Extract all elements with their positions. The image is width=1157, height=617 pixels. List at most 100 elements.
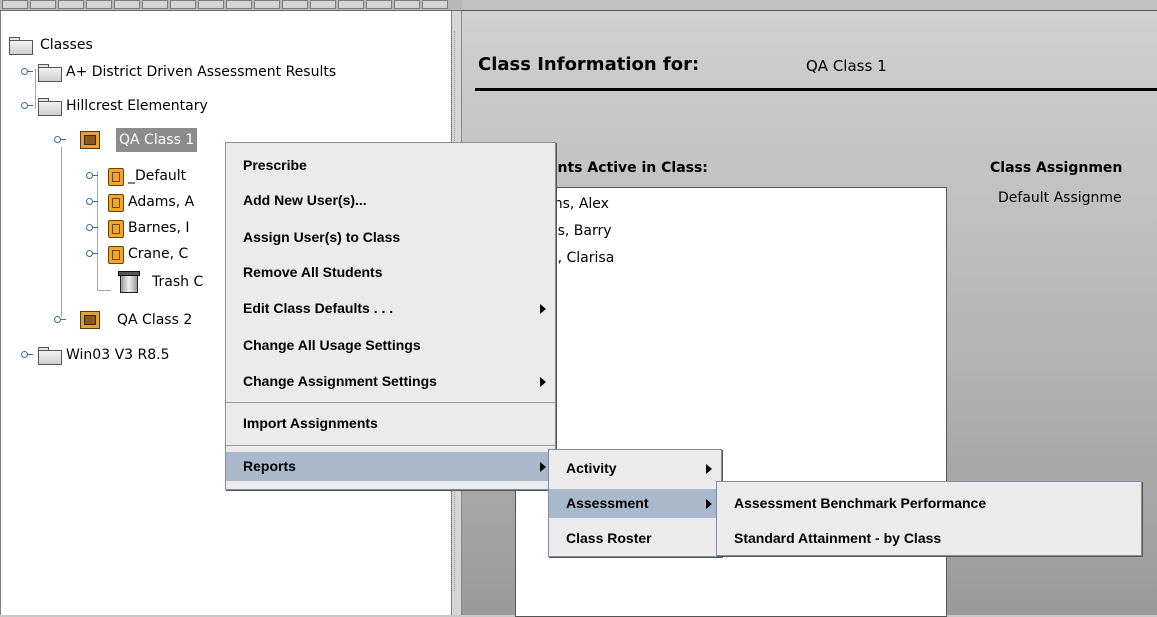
expand-icon[interactable] xyxy=(86,198,98,206)
menu-item-class-roster[interactable]: Class Roster xyxy=(549,524,721,553)
folder-icon xyxy=(38,64,62,82)
menu-item-change-assignment-settings[interactable]: Change Assignment Settings xyxy=(226,367,555,396)
tree-node-student[interactable]: Adams, A xyxy=(86,190,236,214)
toolbar-button[interactable] xyxy=(142,0,168,9)
tree-node-student[interactable]: Crane, C xyxy=(86,242,236,266)
menu-item-change-usage-settings[interactable]: Change All Usage Settings xyxy=(226,331,555,360)
students-active-label: ents Active in Class: xyxy=(548,160,708,176)
menu-item-assign-users[interactable]: Assign User(s) to Class xyxy=(226,223,555,252)
tree-node-trash[interactable]: Trash C xyxy=(116,270,236,294)
class-icon xyxy=(80,131,100,149)
menu-item-standard-attainment[interactable]: Standard Attainment - by Class xyxy=(717,524,1141,553)
toolbar-background xyxy=(462,0,1157,11)
menu-separator xyxy=(226,402,555,403)
class-assignments-label: Class Assignmen xyxy=(990,160,1123,176)
menu-item-label: Prescribe xyxy=(243,157,307,173)
tree-node-district[interactable]: A+ District Driven Assessment Results xyxy=(21,60,449,84)
expand-icon[interactable] xyxy=(86,172,98,180)
tree-node-label: _Default xyxy=(128,168,187,184)
menu-item-label: Change All Usage Settings xyxy=(243,337,421,353)
student-icon xyxy=(108,220,124,238)
tree-connector xyxy=(97,290,111,291)
menu-item-remove-all-students[interactable]: Remove All Students xyxy=(226,258,555,287)
trash-can-icon xyxy=(118,271,140,293)
tree-node-student[interactable]: Barnes, I xyxy=(86,216,236,240)
submenu-arrow-icon xyxy=(540,462,546,472)
menu-item-label: Assign User(s) to Class xyxy=(243,229,401,245)
submenu-arrow-icon xyxy=(540,304,546,314)
toolbar-button[interactable] xyxy=(394,0,420,9)
menu-item-activity[interactable]: Activity xyxy=(549,454,721,483)
toolbar-button[interactable] xyxy=(282,0,308,9)
toolbar-button[interactable] xyxy=(366,0,392,9)
tree-node-label: Trash C xyxy=(152,274,204,290)
expand-icon[interactable] xyxy=(54,316,66,324)
folder-icon xyxy=(38,98,62,116)
menu-item-add-new-users[interactable]: Add New User(s)... xyxy=(226,186,555,215)
tree-node-label: Classes xyxy=(40,37,93,53)
tree-node-label: Barnes, I xyxy=(128,220,190,236)
tree-node-classes[interactable]: Classes xyxy=(9,33,449,57)
folder-icon xyxy=(38,347,62,365)
expand-icon[interactable] xyxy=(86,250,98,258)
toolbar-button[interactable] xyxy=(310,0,336,9)
student-icon xyxy=(108,246,124,264)
expand-icon[interactable] xyxy=(86,224,98,232)
menu-item-label: Remove All Students xyxy=(243,264,383,280)
toolbar-button[interactable] xyxy=(30,0,56,9)
menu-item-import-assignments[interactable]: Import Assignments xyxy=(226,409,555,438)
submenu-arrow-icon xyxy=(706,499,712,509)
menu-item-reports[interactable]: Reports xyxy=(226,452,555,481)
student-list-item[interactable]: e, Clarisa xyxy=(549,250,614,266)
toolbar-button[interactable] xyxy=(86,0,112,9)
menu-item-label: Assessment Benchmark Performance xyxy=(734,495,987,511)
tree-node-win03[interactable]: Win03 V3 R8.5 xyxy=(21,343,231,367)
tree-node-hillcrest[interactable]: Hillcrest Elementary xyxy=(21,94,449,118)
toolbar-button[interactable] xyxy=(2,0,28,9)
menu-item-benchmark-performance[interactable]: Assessment Benchmark Performance xyxy=(717,489,1141,518)
folder-icon xyxy=(9,37,33,55)
reports-submenu: Activity Assessment Class Roster xyxy=(548,449,722,557)
class-name-value: QA Class 1 xyxy=(806,57,887,75)
tree-node-label: Adams, A xyxy=(128,194,195,210)
student-icon xyxy=(108,194,124,212)
tree-node-label: Hillcrest Elementary xyxy=(66,98,208,114)
menu-item-assessment[interactable]: Assessment xyxy=(549,489,721,518)
expand-icon[interactable] xyxy=(21,68,33,76)
menu-item-label: Edit Class Defaults . . . xyxy=(243,300,394,316)
tree-node-label: Crane, C xyxy=(128,246,189,262)
class-assignment-item[interactable]: Default Assignme xyxy=(998,190,1122,206)
header-divider xyxy=(475,88,1157,91)
tree-connector xyxy=(61,147,62,317)
toolbar-button[interactable] xyxy=(198,0,224,9)
toolbar-button[interactable] xyxy=(58,0,84,9)
menu-item-label: Reports xyxy=(243,458,296,474)
toolbar-button[interactable] xyxy=(338,0,364,9)
assessment-submenu: Assessment Benchmark Performance Standar… xyxy=(716,481,1142,556)
menu-item-label: Assessment xyxy=(566,495,649,511)
tree-node-default[interactable]: _Default xyxy=(86,164,236,188)
tree-node-qa-class-2[interactable]: QA Class 2 xyxy=(54,308,254,332)
menu-item-label: Standard Attainment - by Class xyxy=(734,530,942,546)
expand-icon[interactable] xyxy=(21,351,33,359)
toolbar-button[interactable] xyxy=(254,0,280,9)
menu-item-label: Import Assignments xyxy=(243,415,378,431)
toolbar-button[interactable] xyxy=(114,0,140,9)
student-list-item[interactable]: ms, Alex xyxy=(549,196,609,212)
toolbar-button[interactable] xyxy=(170,0,196,9)
class-context-menu: Prescribe Add New User(s)... Assign User… xyxy=(225,142,556,490)
toolbar-button[interactable] xyxy=(422,0,448,9)
collapse-icon[interactable] xyxy=(54,136,66,144)
menu-item-edit-class-defaults[interactable]: Edit Class Defaults . . . xyxy=(226,294,555,323)
assignment-icon xyxy=(108,168,124,186)
student-list-item[interactable]: es, Barry xyxy=(549,223,612,239)
menu-item-prescribe[interactable]: Prescribe xyxy=(226,151,555,180)
menu-separator xyxy=(226,445,555,446)
menu-item-label: Change Assignment Settings xyxy=(243,373,437,389)
collapse-icon[interactable] xyxy=(21,102,33,110)
toolbar-button[interactable] xyxy=(226,0,252,9)
tree-node-label: Win03 V3 R8.5 xyxy=(66,347,170,363)
tree-node-label: QA Class 1 xyxy=(116,128,198,152)
page-title: Class Information for: xyxy=(478,54,700,75)
class-icon xyxy=(80,311,100,329)
